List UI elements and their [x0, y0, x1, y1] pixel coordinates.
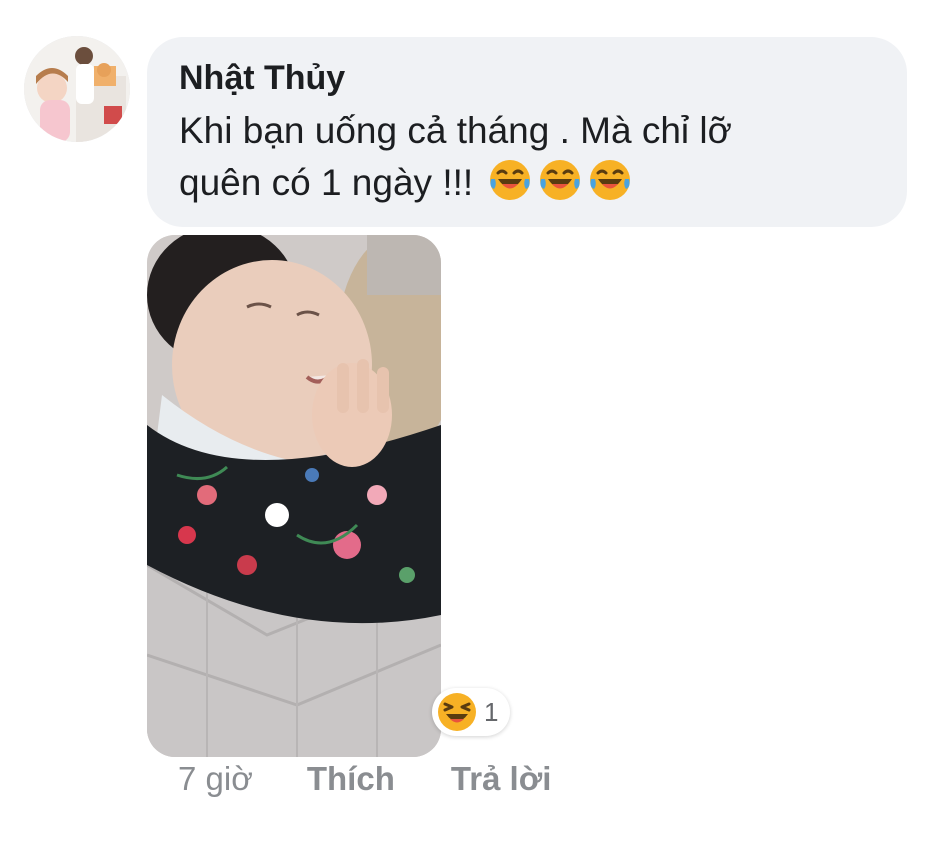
reaction-badge[interactable]: 1: [432, 688, 511, 736]
comment-text: Khi bạn uống cả tháng . Mà chỉ lỡ quên c…: [179, 110, 732, 203]
laughing-tears-emoji-icon: [490, 160, 531, 200]
avatar[interactable]: [24, 36, 130, 142]
comment-photo[interactable]: [147, 235, 441, 757]
reaction-count: 1: [484, 696, 499, 727]
laughing-tears-emoji-icon: [540, 160, 581, 200]
baby-photo: [147, 235, 441, 757]
reply-button[interactable]: Trả lời: [451, 760, 552, 798]
author-name[interactable]: Nhật Thủy: [179, 57, 875, 99]
timestamp-link[interactable]: 7 giờ: [178, 760, 253, 798]
comment-text-block: Khi bạn uống cả tháng . Mà chỉ lỡ quên c…: [179, 105, 819, 209]
avatar-photo-icon: [24, 36, 130, 142]
comment-screen: Nhật Thủy Khi bạn uống cả tháng . Mà chỉ…: [0, 0, 932, 847]
laughing-tears-emoji-icon: [590, 160, 631, 200]
comment-actions: 7 giờ Thích Trả lời: [178, 760, 551, 798]
haha-reaction-icon: [438, 693, 476, 731]
comment-bubble: Nhật Thủy Khi bạn uống cả tháng . Mà chỉ…: [147, 37, 907, 227]
like-button[interactable]: Thích: [307, 760, 395, 798]
